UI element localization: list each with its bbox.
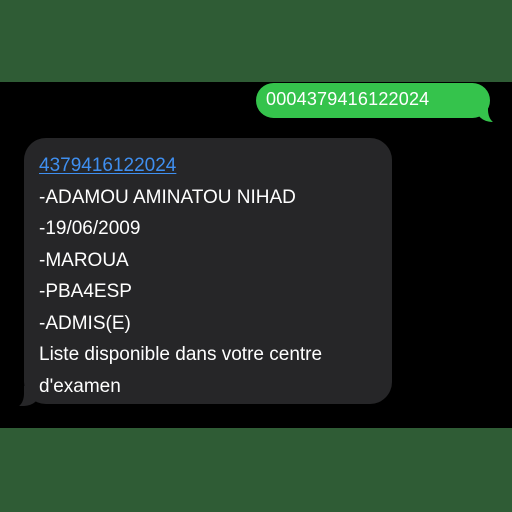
message-line-code: -PBA4ESP <box>39 281 132 302</box>
message-line-city: -MAROUA <box>39 249 129 271</box>
message-line-result: -ADMIS(E) <box>39 312 131 334</box>
sent-message-text: 0004379416122024 <box>266 89 430 109</box>
sent-bubble-tail-mask <box>488 100 504 124</box>
message-thread: 0004379416122024 4379416122024 -ADAMOU A… <box>0 82 512 428</box>
message-line-name: -ADAMOU AMINATOU NIHAD <box>39 186 296 208</box>
sent-message-bubble[interactable]: 0004379416122024 <box>256 83 490 118</box>
message-number-link[interactable]: 4379416122024 <box>39 155 176 176</box>
message-footer-text: Liste disponible dans votre centre d'exa… <box>39 344 323 397</box>
received-message-bubble[interactable]: 4379416122024 -ADAMOU AMINATOU NIHAD -19… <box>24 138 392 404</box>
frame-top-border <box>0 0 512 82</box>
frame-bottom-border <box>0 428 512 512</box>
message-line-birthdate: -19/06/2009 <box>39 218 141 239</box>
